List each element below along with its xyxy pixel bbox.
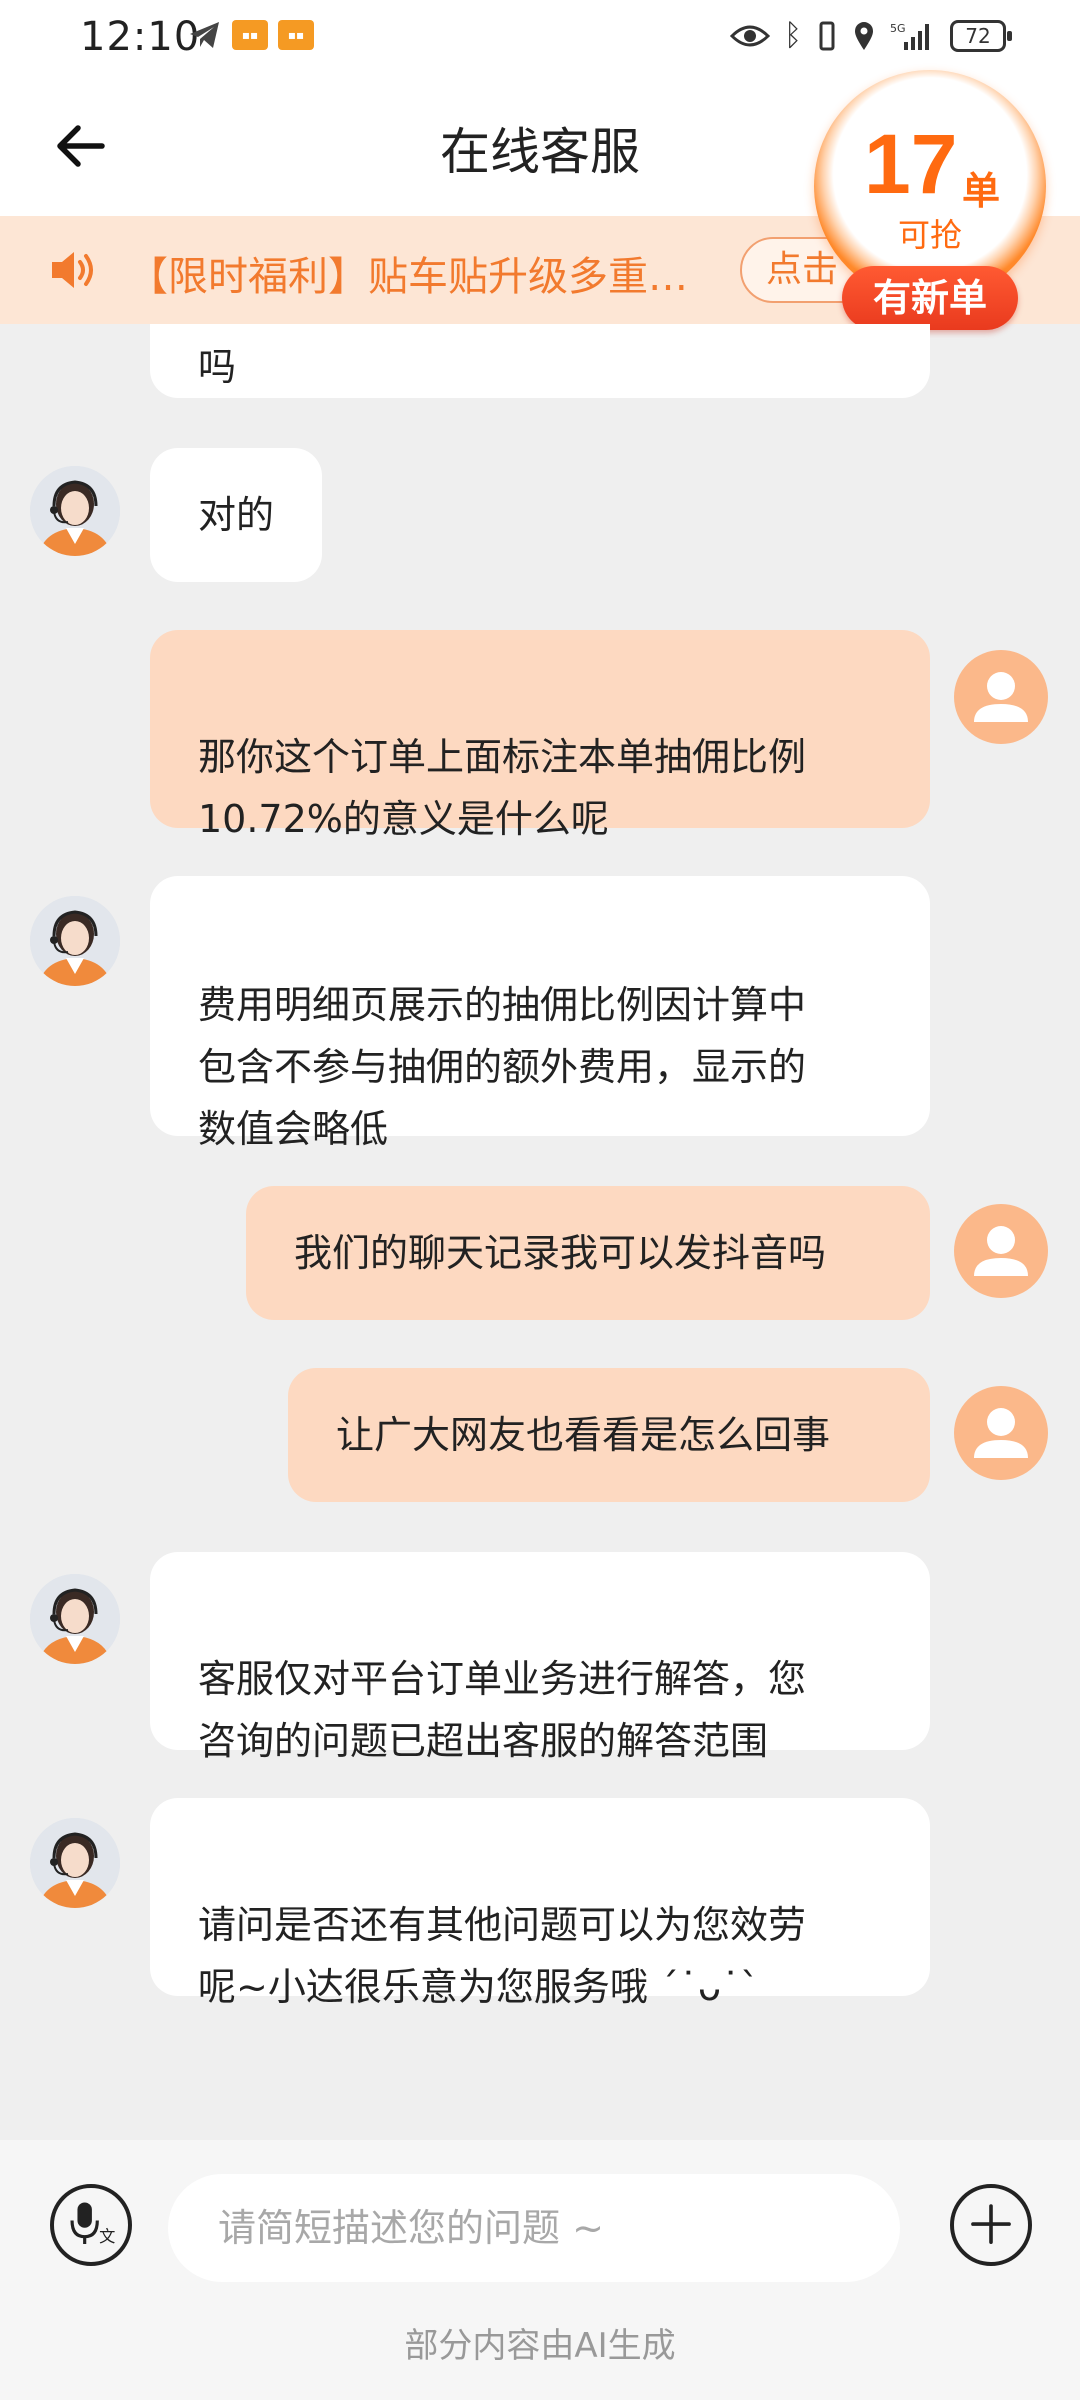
app-notification-icon: ▪▪ xyxy=(278,20,314,50)
agent-avatar xyxy=(30,1818,120,1908)
plus-icon[interactable] xyxy=(950,2184,1032,2266)
location-icon xyxy=(855,22,873,50)
message-text: 请问是否还有其他问题可以为您效劳 呢~小达很乐意为您服务哦 ˊ˙ᴗ˙ˋ xyxy=(198,1903,807,2009)
svg-text:文: 文 xyxy=(99,2227,115,2246)
chat-message-agent: 吗 xyxy=(150,324,930,398)
chat-message-agent: 对的 xyxy=(150,448,323,582)
chat-message-user: 我们的聊天记录我可以发抖音吗 xyxy=(246,1186,930,1320)
user-avatar-icon xyxy=(974,672,1028,722)
chat-message-user: 那你这个订单上面标注本单抽佣比例 10.72%的意义是什么呢 xyxy=(150,630,930,841)
voice-input-icon[interactable]: 文 xyxy=(50,2184,132,2266)
agent-avatar xyxy=(30,1574,120,1664)
message-text: 对的 xyxy=(198,493,275,537)
agent-avatar xyxy=(30,466,120,556)
vibrate-icon xyxy=(819,21,835,51)
message-text: 客服仅对平台订单业务进行解答，您 咨询的问题已超出客服的解答范围 xyxy=(198,1657,807,1763)
status-bar: 12:10 ▪▪ ▪▪ ᛒ 5G 72 xyxy=(0,0,1080,76)
chat-message-agent: 客服仅对平台订单业务进行解答，您 咨询的问题已超出客服的解答范围 xyxy=(150,1552,930,1763)
agent-avatar-image xyxy=(30,1818,120,1908)
signal-icon: 5G xyxy=(890,22,929,50)
agent-avatar-image xyxy=(30,1574,120,1664)
notification-icons: ▪▪ ▪▪ xyxy=(188,20,314,50)
chat-message-agent: 费用明细页展示的抽佣比例因计算中 包含不参与抽佣的额外费用，显示的 数值会略低 xyxy=(150,876,930,1151)
new-order-badge[interactable]: 17 单 可抢 有新单 xyxy=(814,70,1046,330)
bluetooth-icon: ᛒ xyxy=(784,18,802,53)
user-avatar-icon xyxy=(974,1408,1028,1458)
input-bar: 文 部分内容由AI生成 xyxy=(0,2140,1080,2400)
ai-disclaimer: 部分内容由AI生成 xyxy=(404,2326,676,2366)
svg-text:5G: 5G xyxy=(890,22,906,35)
message-text: 我们的聊天记录我可以发抖音吗 xyxy=(294,1231,827,1275)
badge-subtitle: 可抢 xyxy=(897,216,962,254)
message-text: 吗 xyxy=(198,345,237,389)
user-avatar xyxy=(954,650,1048,744)
chat-area[interactable]: 吗 对的 那你这个订单上面标注本单抽佣比例 10.72%的意义是什么呢 费用明细… xyxy=(0,324,1080,2140)
notice-text: 【限时福利】贴车贴升级多重… xyxy=(128,254,688,300)
message-text: 让广大网友也看看是怎么回事 xyxy=(336,1413,831,1457)
chat-message-user: 让广大网友也看看是怎么回事 xyxy=(288,1368,930,1502)
app-notification-icon: ▪▪ xyxy=(232,20,268,50)
user-avatar xyxy=(954,1204,1048,1298)
telegram-icon xyxy=(190,22,219,48)
badge-count: 17 xyxy=(864,117,958,211)
message-text: 费用明细页展示的抽佣比例因计算中 包含不参与抽佣的额外费用，显示的 数值会略低 xyxy=(198,983,807,1151)
eye-icon xyxy=(730,25,770,47)
message-text: 那你这个订单上面标注本单抽佣比例 10.72%的意义是什么呢 xyxy=(198,735,807,841)
status-time: 12:10 xyxy=(80,14,201,60)
chat-message-agent: 请问是否还有其他问题可以为您效劳 呢~小达很乐意为您服务哦 ˊ˙ᴗ˙ˋ xyxy=(150,1798,930,2009)
user-avatar-icon xyxy=(974,1226,1028,1276)
status-right: ᛒ 5G 72 xyxy=(730,18,1012,54)
battery-indicator: 72 xyxy=(950,20,1012,52)
message-input[interactable] xyxy=(168,2174,900,2282)
agent-avatar-image xyxy=(30,466,120,556)
badge-pill-label: 有新单 xyxy=(842,266,1018,330)
user-avatar xyxy=(954,1386,1048,1480)
agent-avatar-image xyxy=(30,896,120,986)
speaker-icon xyxy=(52,252,93,288)
badge-unit: 单 xyxy=(962,169,1001,213)
agent-avatar xyxy=(30,896,120,986)
